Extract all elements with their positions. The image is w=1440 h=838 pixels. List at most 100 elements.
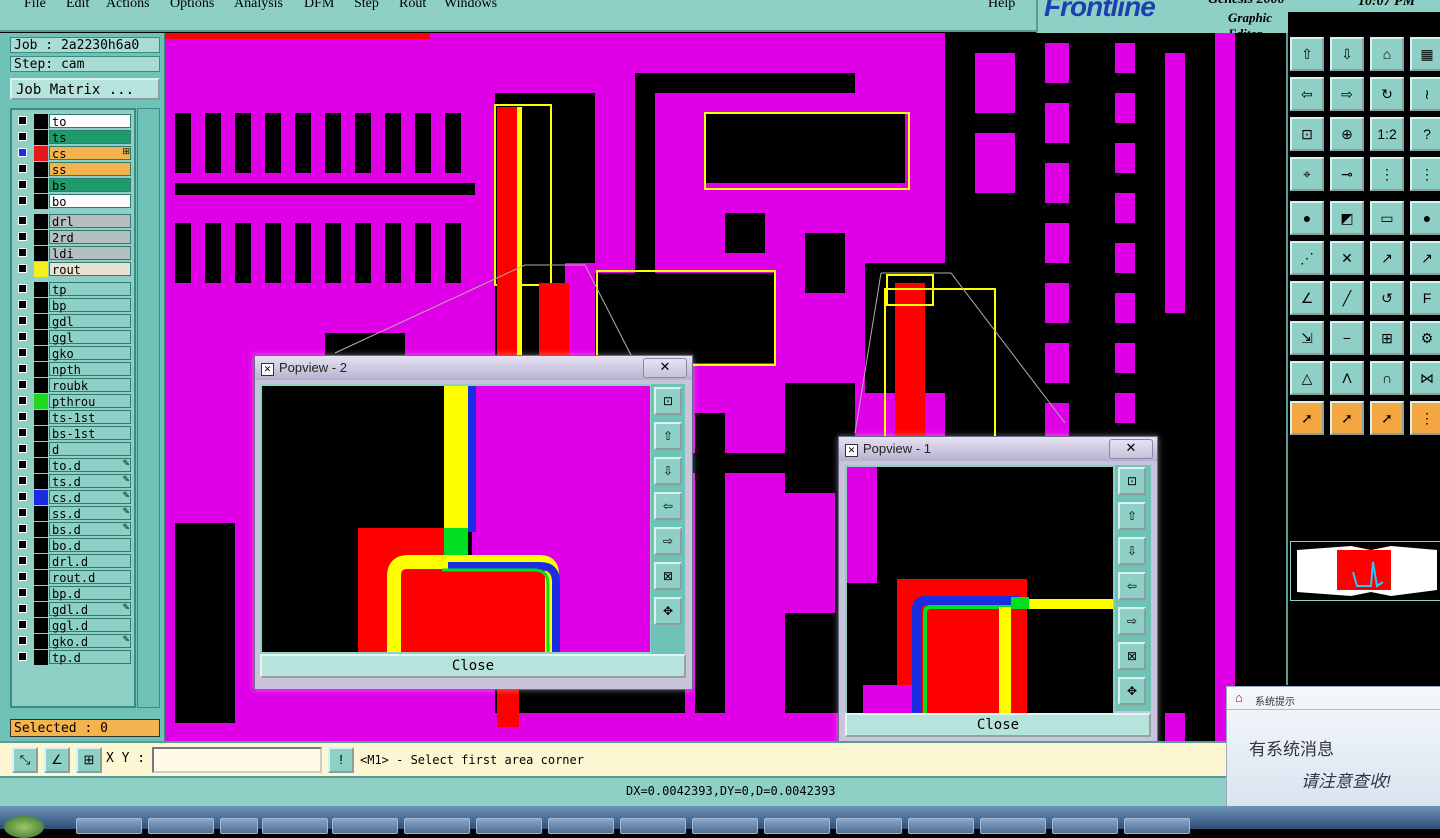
popview-up-icon[interactable]: ⇧ (654, 422, 682, 450)
layer-row-bp-d[interactable]: bp.d (12, 586, 134, 601)
layer-checkbox[interactable] (18, 460, 27, 469)
layer-checkbox[interactable] (18, 652, 27, 661)
scale-icon[interactable]: 1:2 (1370, 117, 1404, 151)
layer-color-swatch[interactable] (34, 554, 48, 569)
taskbar-item[interactable] (404, 818, 470, 834)
popview-left-icon[interactable]: ⇦ (654, 492, 682, 520)
layer-name[interactable]: ss (49, 162, 131, 177)
layer-checkbox[interactable] (18, 524, 27, 533)
layer-color-swatch[interactable] (34, 426, 48, 441)
layer-color-swatch[interactable] (34, 586, 48, 601)
net-icon[interactable]: ⋮ (1370, 157, 1404, 191)
layer-row-ldi[interactable]: ldi (12, 246, 134, 261)
layer-color-swatch[interactable] (34, 230, 48, 245)
taskbar-item[interactable] (836, 818, 902, 834)
layer-row-ss[interactable]: ss (12, 162, 134, 177)
triangle-icon[interactable]: △ (1290, 361, 1324, 395)
layer-color-swatch[interactable] (34, 346, 48, 361)
layer-row-npth[interactable]: npth (12, 362, 134, 377)
peak-icon[interactable]: Λ (1330, 361, 1364, 395)
layer-checkbox[interactable] (18, 180, 27, 189)
layer-name[interactable]: bo.d (49, 538, 131, 553)
layer-row-bo-d[interactable]: bo.d (12, 538, 134, 553)
layer-checkbox[interactable] (18, 364, 27, 373)
layer-name[interactable]: bs (49, 178, 131, 193)
layer-color-swatch[interactable] (34, 442, 48, 457)
layer-color-swatch[interactable] (34, 178, 48, 193)
menu-file[interactable]: File (24, 0, 46, 12)
layer-row-cs-d[interactable]: cs.d ✎ (12, 490, 134, 505)
overview-minimap[interactable] (1290, 541, 1440, 601)
layer-color-swatch[interactable] (34, 618, 48, 633)
pan-right-icon[interactable]: ⇨ (1330, 77, 1364, 111)
layer-row-gdl[interactable]: gdl (12, 314, 134, 329)
layer-name[interactable]: ss.d (49, 506, 131, 521)
layer-name[interactable]: ts-1st (49, 410, 131, 425)
layer-checkbox[interactable] (18, 428, 27, 437)
popview-up-icon[interactable]: ⇧ (1118, 502, 1146, 530)
layer-name[interactable]: gko (49, 346, 131, 361)
popview-2-close-button[interactable]: Close (260, 654, 686, 678)
shape-icon[interactable]: ◩ (1330, 201, 1364, 235)
layer-row-bo[interactable]: bo (12, 194, 134, 209)
layer-name[interactable]: bp (49, 298, 131, 313)
job-matrix-button[interactable]: Job Matrix ... (10, 78, 160, 100)
layer-name[interactable]: to (49, 114, 131, 129)
layer-color-swatch[interactable] (34, 650, 48, 665)
layer-name[interactable]: pthrou (49, 394, 131, 409)
layer-row-gko-d[interactable]: gko.d ✎ (12, 634, 134, 649)
layer-row-bp[interactable]: bp (12, 298, 134, 313)
layer-name[interactable]: gdl (49, 314, 131, 329)
layer-name[interactable]: ldi (49, 246, 131, 261)
net-alt-icon[interactable]: ⋮ (1410, 157, 1440, 191)
layer-name[interactable]: ts (49, 130, 131, 145)
popview-1-view[interactable] (845, 465, 1115, 715)
layer-color-swatch[interactable] (34, 394, 48, 409)
step-down-icon[interactable]: ⇩ (1330, 37, 1364, 71)
layer-row-ggl-d[interactable]: ggl.d (12, 618, 134, 633)
layer-checkbox[interactable] (18, 116, 27, 125)
zoom-center-icon[interactable]: ⊕ (1330, 117, 1364, 151)
group-icon[interactable]: ⚙ (1410, 321, 1440, 355)
popview-zoom-icon[interactable]: ⊡ (654, 387, 682, 415)
layer-checkbox[interactable] (18, 316, 27, 325)
layer-color-swatch[interactable] (34, 602, 48, 617)
layer-color-swatch[interactable] (34, 378, 48, 393)
layer-checkbox[interactable] (18, 476, 27, 485)
arc-icon[interactable]: ↺ (1370, 281, 1404, 315)
layer-checkbox[interactable] (18, 284, 27, 293)
layer-color-swatch[interactable] (34, 634, 48, 649)
layer-name[interactable]: rout.d (49, 570, 131, 585)
zoom-area-icon[interactable]: ⤡ (12, 747, 38, 773)
layer-row-2rd[interactable]: 2rd (12, 230, 134, 245)
connect-icon[interactable]: ⋰ (1290, 241, 1324, 275)
layer-name[interactable]: cs.d (49, 490, 131, 505)
layer-name[interactable]: roubk (49, 378, 131, 393)
probe-icon[interactable]: ⊸ (1330, 157, 1364, 191)
pad-icon[interactable]: ● (1290, 201, 1324, 235)
layer-row-d[interactable]: d (12, 442, 134, 457)
layer-row-roubk[interactable]: roubk (12, 378, 134, 393)
popview-down-icon[interactable]: ⇩ (654, 457, 682, 485)
line-icon[interactable]: ↗ (1370, 241, 1404, 275)
popview-right-icon[interactable]: ⇨ (654, 527, 682, 555)
layer-checkbox[interactable] (18, 604, 27, 613)
layer-name[interactable]: bs-1st (49, 426, 131, 441)
taskbar-item[interactable] (908, 818, 974, 834)
ruler-icon[interactable]: ▭ (1370, 201, 1404, 235)
close-icon[interactable]: ✕ (643, 358, 687, 378)
layer-row-ts[interactable]: ts (12, 130, 134, 145)
layer-color-swatch[interactable] (34, 474, 48, 489)
layer-color-swatch[interactable] (34, 330, 48, 345)
layer-color-swatch[interactable] (34, 162, 48, 177)
snap-icon[interactable]: ≀ (1410, 77, 1440, 111)
pan-left-icon[interactable]: ⇦ (1290, 77, 1324, 111)
layer-row-pthrou[interactable]: pthrou (12, 394, 134, 409)
layer-row-to-d[interactable]: to.d ✎ (12, 458, 134, 473)
layer-color-swatch[interactable] (34, 362, 48, 377)
taskbar-item[interactable] (548, 818, 614, 834)
taskbar-item[interactable] (620, 818, 686, 834)
layer-color-swatch[interactable] (34, 570, 48, 585)
zoom-fit-icon[interactable]: ⊡ (1290, 117, 1324, 151)
layer-row-drl[interactable]: drl (12, 214, 134, 229)
